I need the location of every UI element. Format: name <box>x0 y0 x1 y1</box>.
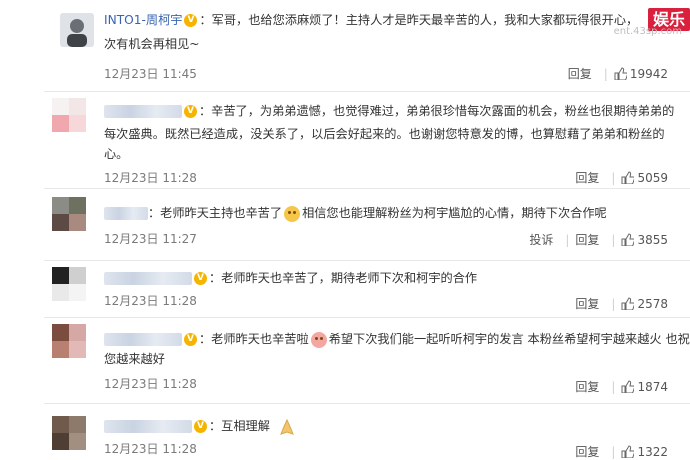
divider: | <box>565 233 570 247</box>
comment-time: 12月23日 11:27 <box>104 232 197 246</box>
comment-text: ：互相理解 <box>209 419 270 433</box>
avatar[interactable] <box>52 197 86 231</box>
comment-author[interactable] <box>104 207 148 220</box>
comment-author[interactable] <box>104 420 192 433</box>
like-count: 2578 <box>637 297 668 311</box>
thumb-up-icon <box>621 445 635 458</box>
verified-badge-icon: V <box>184 333 197 346</box>
comment-text: 希望下次我们能一起听听柯宇的发言 本粉丝希望柯宇越来越火 也祝 <box>328 332 690 346</box>
verified-badge-icon: V <box>184 105 197 118</box>
comment-text: ：军哥，也给您添麻烦了！主持人才是昨天最辛苦的人，我和大家都玩得很开心， <box>199 13 639 27</box>
verified-badge-icon: V <box>184 14 198 27</box>
comment-text: 相信您也能理解粉丝为柯宇尴尬的心情，期待下次合作呢 <box>302 206 607 220</box>
comment-time: 12月23日 11:28 <box>104 171 197 185</box>
comment-text-cont: 每次盛典。既然已经造成，没关系了，以后会好起来的。也谢谢您特意发的博，也算慰藉了… <box>104 127 665 141</box>
pixelated-avatar-icon <box>52 98 86 132</box>
divider: | <box>611 171 616 185</box>
comment-time: 12月23日 11:28 <box>104 442 197 456</box>
comment-time: 12月23日 11:28 <box>104 294 197 308</box>
comment-item: V ：互相理解 12月23日 11:28 回复 | 1322 <box>0 404 690 459</box>
kiss-emoji-icon <box>310 331 327 348</box>
avatar[interactable] <box>52 324 86 358</box>
like-count: 19942 <box>629 67 668 81</box>
comment-text: ：辛苦了，为弟弟遗憾，也觉得难过，弟弟很珍惜每次露面的机会，粉丝也很期待弟弟的 <box>199 104 675 118</box>
like-count: 3855 <box>637 233 668 247</box>
praying-hands-emoji-icon <box>280 418 294 435</box>
thumb-up-icon <box>621 233 635 246</box>
comment-item: INTO1-周柯宇 V ：军哥，也给您添麻烦了！主持人才是昨天最辛苦的人，我和大家都… <box>0 0 690 92</box>
thumb-up-icon <box>621 380 635 393</box>
pixelated-avatar-icon <box>52 197 86 231</box>
report-button[interactable]: 投诉 <box>529 233 553 247</box>
comment-author[interactable] <box>104 333 182 346</box>
reply-button[interactable]: 回复 <box>575 233 599 247</box>
user-avatar-icon <box>60 13 94 47</box>
comment-time: 12月23日 11:28 <box>104 377 197 391</box>
like-button[interactable]: 1322 <box>621 445 668 459</box>
thumb-up-icon <box>621 171 635 184</box>
like-button[interactable]: 5059 <box>621 171 668 185</box>
avatar[interactable] <box>52 267 86 301</box>
comment-author[interactable]: INTO1-周柯宇 <box>104 13 182 27</box>
like-count: 1874 <box>637 380 668 394</box>
comment-text: ：老师昨天主持也辛苦了 <box>148 206 283 220</box>
avatar[interactable] <box>52 416 86 450</box>
divider: | <box>611 297 616 311</box>
avatar[interactable] <box>60 13 94 47</box>
like-button[interactable]: 2578 <box>621 297 668 311</box>
like-count: 5059 <box>637 171 668 185</box>
reply-button[interactable]: 回复 <box>568 67 592 81</box>
like-button[interactable]: 3855 <box>621 233 668 247</box>
pixelated-avatar-icon <box>52 416 86 450</box>
comment-text: ：老师昨天也辛苦了，期待老师下次和柯宇的合作 <box>209 271 478 285</box>
embarrassed-emoji-icon <box>284 205 301 222</box>
like-count: 1322 <box>637 445 668 459</box>
reply-button[interactable]: 回复 <box>575 297 599 311</box>
comment-item: ：老师昨天主持也辛苦了 相信您也能理解粉丝为柯宇尴尬的心情，期待下次合作呢 12月… <box>0 189 690 261</box>
verified-badge-icon: V <box>194 272 207 285</box>
reply-button[interactable]: 回复 <box>575 380 599 394</box>
thumb-up-icon <box>614 67 627 80</box>
divider: | <box>611 445 616 459</box>
comment-author[interactable] <box>104 272 192 285</box>
verified-badge-icon: V <box>194 420 207 433</box>
divider: | <box>611 233 616 247</box>
comment-text-cont: 次有机会再相见~ <box>104 37 200 51</box>
comment-author[interactable] <box>104 105 182 118</box>
like-button[interactable]: 1874 <box>621 380 668 394</box>
divider: | <box>603 67 608 81</box>
comment-time: 12月23日 11:45 <box>104 67 197 81</box>
reply-button[interactable]: 回复 <box>575 445 599 459</box>
like-button[interactable]: 19942 <box>614 67 668 81</box>
pixelated-avatar-icon <box>52 267 86 301</box>
comment-text: ：老师昨天也辛苦啦 <box>199 332 309 346</box>
comment-text-cont: 您越来越好 <box>104 352 165 366</box>
comment-text-cont: 心。 <box>104 147 129 161</box>
pixelated-avatar-icon <box>52 324 86 358</box>
reply-button[interactable]: 回复 <box>575 171 599 185</box>
thumb-up-icon <box>621 297 635 310</box>
comment-item: V ：老师昨天也辛苦啦 希望下次我们能一起听听柯宇的发言 本粉丝希望柯宇越来越火 也… <box>0 318 690 404</box>
divider: | <box>611 380 616 394</box>
comment-item: V ：老师昨天也辛苦了，期待老师下次和柯宇的合作 12月23日 11:28 回复 |… <box>0 261 690 318</box>
comment-item: V ：辛苦了，为弟弟遗憾，也觉得难过，弟弟很珍惜每次露面的机会，粉丝也很期待弟弟的… <box>0 92 690 189</box>
avatar[interactable] <box>52 98 86 132</box>
